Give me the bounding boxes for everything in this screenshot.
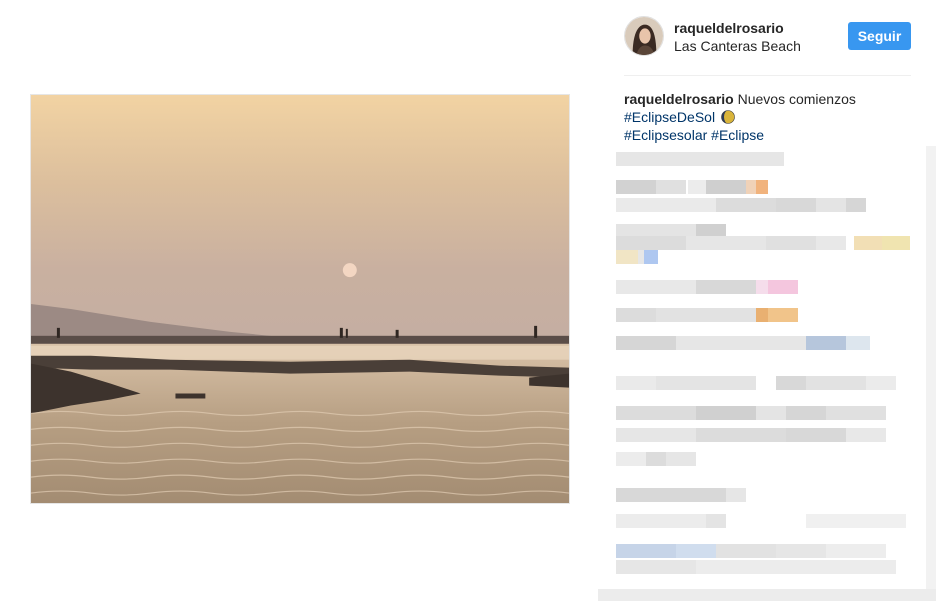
pixel-block [806, 376, 866, 390]
follow-button[interactable]: Seguir [848, 22, 911, 50]
moon-icon [721, 110, 735, 124]
pixel-block [854, 236, 882, 250]
pixel-block [756, 308, 768, 322]
obscured-comments [598, 146, 936, 601]
hashtag-eclipsesolar[interactable]: #Eclipsesolar [624, 127, 707, 143]
pixel-block [866, 376, 896, 390]
pixel-block [776, 376, 806, 390]
pixel-block [696, 280, 756, 294]
pixel-block [756, 406, 786, 420]
sunset-beach-photo [31, 95, 569, 503]
pixel-block [826, 544, 886, 558]
pixel-block [616, 236, 686, 250]
pixel-block [696, 406, 756, 420]
pixel-block [666, 452, 696, 466]
pixel-block [806, 336, 846, 350]
pixel-block [696, 560, 896, 574]
pixel-block [806, 514, 906, 528]
avatar-image [625, 17, 663, 55]
pixel-block [816, 236, 846, 250]
pixel-block [756, 280, 768, 294]
pixel-block [846, 198, 866, 212]
pixel-block [846, 336, 870, 350]
pixel-block [826, 406, 886, 420]
pixel-block [768, 308, 798, 322]
pixel-block [656, 308, 756, 322]
avatar[interactable] [624, 16, 664, 56]
pixel-block [616, 428, 696, 442]
caption-text: Nuevos comienzos [737, 91, 856, 107]
pixel-block [616, 180, 656, 194]
pixel-block [706, 514, 726, 528]
pixel-block [616, 376, 656, 390]
divider [624, 75, 911, 76]
pixel-block [656, 180, 686, 194]
location[interactable]: Las Canteras Beach [674, 38, 801, 54]
pixel-block [746, 180, 756, 194]
pixel-block [616, 560, 696, 574]
pixel-block [616, 336, 676, 350]
comment-input-bar[interactable] [598, 589, 936, 601]
pixel-block [786, 428, 846, 442]
pixel-block [616, 250, 638, 264]
pixel-block [616, 514, 706, 528]
pixel-block [696, 428, 786, 442]
pixel-block [706, 180, 746, 194]
hashtag-eclipsedesol[interactable]: #EclipseDeSol [624, 109, 715, 125]
pixel-block [846, 428, 886, 442]
pixel-block [616, 280, 696, 294]
username[interactable]: raqueldelrosario [674, 20, 784, 36]
pixel-block [646, 452, 666, 466]
scrollbar-track[interactable] [926, 146, 936, 601]
pixel-block [768, 280, 798, 294]
pixel-block [616, 308, 656, 322]
pixel-block [686, 236, 766, 250]
pixel-block [716, 198, 776, 212]
pixel-block [616, 544, 676, 558]
hashtag-eclipse[interactable]: #Eclipse [711, 127, 764, 143]
pixel-block [816, 198, 846, 212]
pixel-block [776, 544, 826, 558]
pixel-block [656, 376, 756, 390]
pixel-block [688, 180, 706, 194]
pixel-block [716, 544, 776, 558]
pixel-block [616, 198, 716, 212]
pixel-block [776, 198, 816, 212]
pixel-block [786, 406, 826, 420]
caption-username[interactable]: raqueldelrosario [624, 91, 734, 107]
pixel-block [616, 452, 646, 466]
pixel-block [616, 152, 784, 166]
pixel-block [616, 406, 696, 420]
post-header: raqueldelrosario Las Canteras Beach Segu… [624, 16, 911, 60]
pixel-block [676, 336, 806, 350]
pixel-block [616, 488, 726, 502]
caption: raqueldelrosario Nuevos comienzos #Eclip… [624, 90, 911, 144]
pixel-block [756, 180, 768, 194]
pixel-block [726, 488, 746, 502]
pixel-block [676, 544, 716, 558]
pixel-block [766, 236, 816, 250]
post-photo[interactable] [30, 94, 570, 504]
pixel-block [882, 236, 910, 250]
pixel-block [644, 250, 658, 264]
